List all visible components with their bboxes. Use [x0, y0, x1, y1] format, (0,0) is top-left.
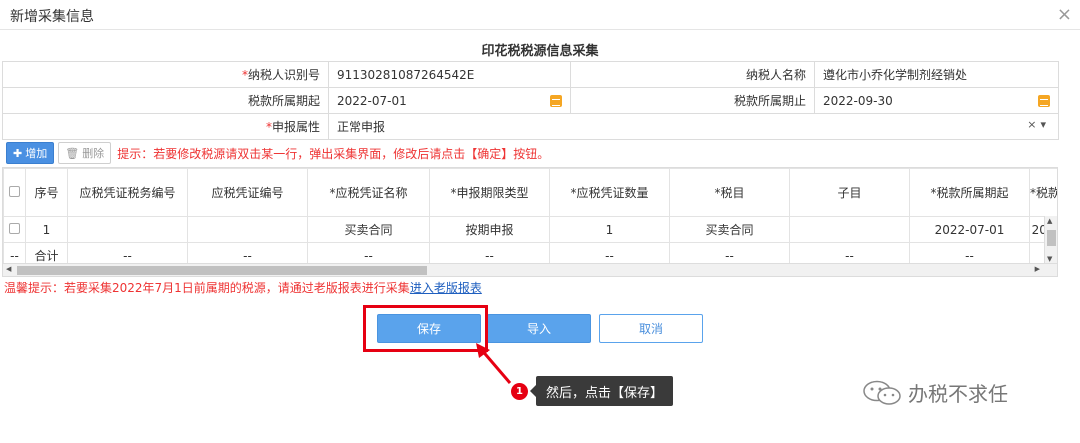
import-button[interactable]: 导入: [487, 314, 591, 343]
taxpayer-name-field[interactable]: 遵化市小乔化学制剂经销处: [814, 61, 1059, 88]
table-cell: 按期申报: [429, 216, 550, 243]
table-cell: 1: [549, 216, 670, 243]
old-report-link[interactable]: 进入老版报表: [410, 281, 482, 295]
table-cell: [187, 216, 308, 243]
horizontal-scroll-thumb[interactable]: [17, 266, 427, 275]
table-cell: 2022-07-01: [909, 216, 1030, 243]
period-start-field[interactable]: 2022-07-01: [328, 87, 571, 114]
close-icon[interactable]: ×: [1057, 4, 1072, 25]
column-header: *税目: [669, 168, 790, 217]
checkbox-icon[interactable]: [9, 222, 20, 234]
period-start-label: 税款所属期起: [2, 87, 329, 114]
taxpayer-id-field[interactable]: 91130281087264542E: [328, 61, 571, 88]
scroll-down-icon[interactable]: ▼: [1047, 255, 1052, 263]
column-header: 序号: [25, 168, 68, 217]
row-checkbox[interactable]: [3, 216, 26, 243]
table-cell: 买卖合同: [307, 216, 430, 243]
column-header: *税款所属期止: [1029, 168, 1057, 217]
step-callout: 然后，点击【保存】: [529, 376, 674, 406]
declare-attr-label: *申报属性: [2, 113, 329, 140]
clear-icon[interactable]: ×: [1027, 118, 1040, 131]
warm-tip: 温馨提示：若要采集2022年7月1日前属期的税源，请通过老版报表进行采集进入老版…: [4, 281, 482, 295]
table-cell: 1: [25, 216, 68, 243]
add-button[interactable]: ✚ 增加: [6, 142, 55, 164]
table-cell: 买卖合同: [669, 216, 790, 243]
taxpayer-id-label: *纳税人识别号: [2, 61, 329, 88]
wechat-icon: [863, 380, 901, 405]
calendar-icon[interactable]: [550, 94, 562, 107]
column-header: *税款所属期起: [909, 168, 1030, 217]
vertical-scroll-thumb[interactable]: [1047, 230, 1056, 246]
calendar-icon[interactable]: [1038, 94, 1050, 107]
vertical-scrollbar[interactable]: ▲ ▼: [1044, 216, 1057, 264]
checkbox-icon[interactable]: [9, 185, 20, 197]
watermark: 办税不求任: [862, 378, 1008, 407]
column-header: 子目: [789, 168, 910, 217]
column-header: *申报期限类型: [429, 168, 550, 217]
dialog-header: 新增采集信息 ×: [0, 0, 1080, 30]
period-end-label: 税款所属期止: [570, 87, 815, 114]
source-grid: 序号 应税凭证税务编号 应税凭证编号 *应税凭证名称 *申报期限类型 *应税凭证…: [2, 167, 1058, 277]
scroll-left-icon[interactable]: ◀: [6, 265, 11, 273]
cancel-button[interactable]: 取消: [599, 314, 703, 343]
period-end-field[interactable]: 2022-09-30: [814, 87, 1059, 114]
column-header: 应税凭证税务编号: [67, 168, 188, 217]
declare-attr-select[interactable]: 正常申报 ×▾: [328, 113, 1059, 140]
column-header: *应税凭证名称: [307, 168, 430, 217]
trash-icon: 🗑: [65, 146, 80, 160]
dropdown-arrow-icon[interactable]: ▾: [1040, 118, 1050, 131]
delete-button[interactable]: 🗑 删除: [58, 142, 112, 164]
step-badge: 1: [511, 383, 528, 400]
taxpayer-name-label: 纳税人名称: [570, 61, 815, 88]
column-header: *应税凭证数量: [549, 168, 670, 217]
watermark-text: 办税不求任: [908, 382, 1008, 406]
plus-icon: ✚: [13, 146, 23, 160]
info-table: *纳税人识别号 91130281087264542E 纳税人名称 遵化市小乔化学…: [2, 61, 1059, 140]
scroll-up-icon[interactable]: ▲: [1047, 217, 1052, 225]
table-row[interactable]: 1 买卖合同 按期申报 1 买卖合同 2022-07-01 2022-09-30: [3, 216, 1057, 243]
toolbar: ✚ 增加 🗑 删除 提示：若要修改税源请双击某一行，弹出采集界面，修改后请点击【确定…: [6, 142, 549, 164]
edit-tip: 提示：若要修改税源请双击某一行，弹出采集界面，修改后请点击【确定】按钮。: [117, 146, 550, 161]
grid-header-row: 序号 应税凭证税务编号 应税凭证编号 *应税凭证名称 *申报期限类型 *应税凭证…: [3, 168, 1057, 217]
scroll-right-icon[interactable]: ▶: [1035, 265, 1040, 273]
annotation-arrow: [476, 343, 512, 384]
table-cell: [67, 216, 188, 243]
column-header: 应税凭证编号: [187, 168, 308, 217]
form-title: 印花税税源信息采集: [481, 44, 599, 59]
table-cell: [789, 216, 910, 243]
select-all-checkbox[interactable]: [3, 168, 26, 217]
dialog-title: 新增采集信息: [10, 9, 94, 25]
horizontal-scrollbar[interactable]: ◀ ▶: [3, 263, 1057, 276]
